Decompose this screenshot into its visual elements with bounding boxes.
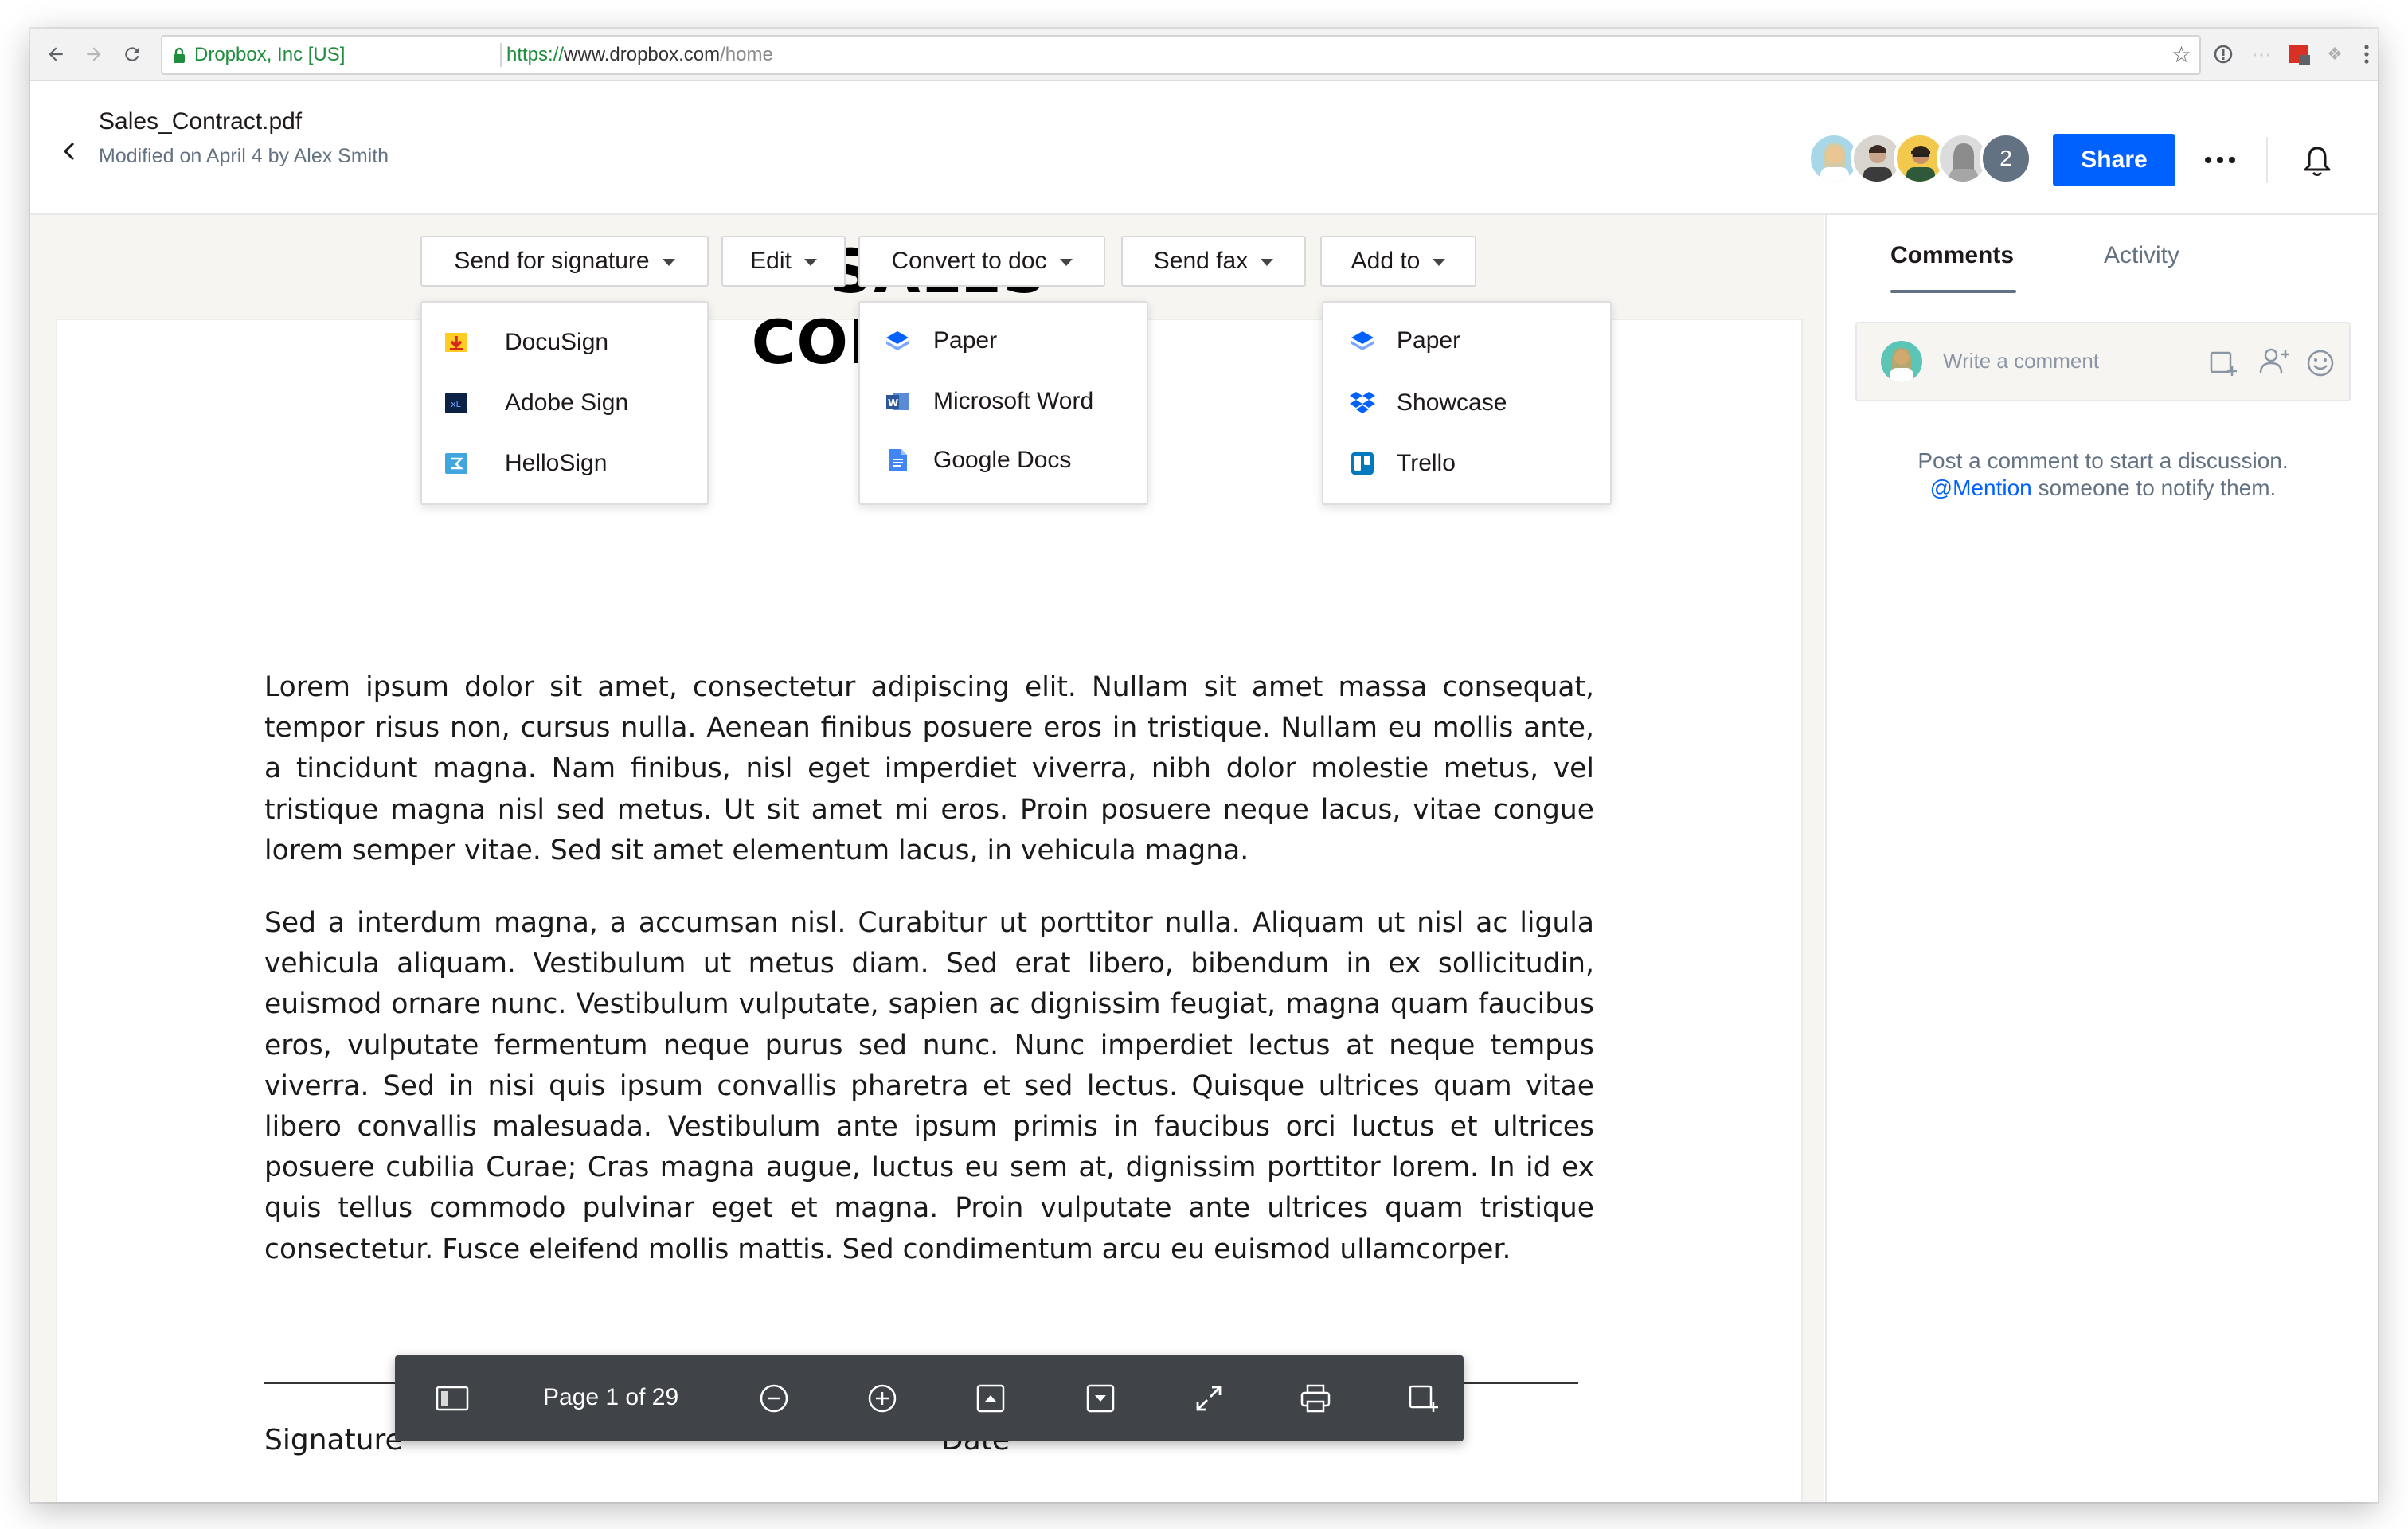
tab-comments[interactable]: Comments (1890, 242, 2014, 269)
site-identity: Dropbox, Inc [US] (194, 44, 346, 65)
edit-label: Edit (750, 248, 792, 274)
reload-icon[interactable] (115, 37, 150, 72)
url-text: https://www.dropbox.com/home (506, 44, 773, 65)
modified-info: Modified on April 4 by Alex Smith (99, 145, 389, 167)
lock-icon (172, 37, 186, 73)
google-docs-icon (884, 447, 911, 474)
next-page-icon[interactable] (1081, 1379, 1120, 1418)
menu-item-microsoft-word[interactable]: W Microsoft Word (860, 377, 1147, 425)
caret-down-icon (1433, 259, 1446, 266)
comment-composer[interactable]: Write a comment (1855, 322, 2351, 401)
svg-text:W: W (888, 397, 898, 409)
add-annotation-icon[interactable] (2207, 347, 2239, 379)
file-name: Sales_Contract.pdf (99, 108, 303, 135)
file-header: Sales_Contract.pdf Modified on April 4 b… (30, 81, 2378, 215)
previous-page-icon[interactable] (971, 1379, 1010, 1418)
add-to-label: Add to (1351, 248, 1421, 274)
extension-dots-icon[interactable]: ⋯ (2247, 40, 2276, 68)
document-paragraph: Sed a interdum magna, a accumsan nisl. C… (264, 907, 1594, 1265)
signature-menu: DocuSign xL Adobe Sign HelloSign (420, 301, 709, 505)
comments-sidebar: Comments Activity Write a comment Post a… (1825, 215, 2378, 1502)
add-comment-icon[interactable] (1405, 1379, 1443, 1418)
url-divider (500, 43, 502, 67)
add-to-menu: Paper Showcase Trello (1322, 301, 1612, 505)
mention-user-icon[interactable] (2257, 346, 2292, 377)
calendar-extension-icon[interactable] (2285, 40, 2314, 68)
trello-icon (1349, 450, 1376, 477)
zoom-out-icon[interactable] (755, 1379, 793, 1418)
menu-item-google-docs[interactable]: Google Docs (860, 436, 1147, 484)
send-fax-button[interactable]: Send fax (1121, 236, 1306, 287)
svg-text:xL: xL (451, 399, 462, 409)
menu-item-label: Google Docs (933, 447, 1072, 473)
dropbox-showcase-icon (1349, 389, 1376, 416)
send-for-signature-label: Send for signature (454, 248, 650, 274)
menu-item-label: HelloSign (505, 450, 608, 476)
back-arrow-icon[interactable] (38, 37, 73, 72)
menu-item-label: Showcase (1397, 389, 1507, 416)
convert-menu: Paper W Microsoft Word Google Docs (858, 301, 1148, 505)
active-tab-indicator (1890, 290, 2016, 293)
caret-down-icon (1059, 259, 1073, 266)
browser-toolbar: Dropbox, Inc [US] https://www.dropbox.co… (30, 29, 2378, 81)
menu-item-label: Paper (1397, 327, 1461, 354)
empty-message-line: Post a comment to start a discussion. (1917, 448, 2289, 473)
back-chevron-icon[interactable] (54, 135, 86, 167)
menu-item-label: DocuSign (505, 329, 609, 355)
add-to-button[interactable]: Add to (1320, 236, 1476, 287)
tab-activity[interactable]: Activity (2104, 242, 2179, 269)
caret-down-icon (803, 259, 817, 266)
share-button[interactable]: Share (2053, 134, 2175, 186)
signature-label: Signature (264, 1424, 403, 1457)
user-avatar (1881, 341, 1922, 382)
send-for-signature-button[interactable]: Send for signature (420, 236, 709, 287)
caret-down-icon (1261, 259, 1274, 266)
address-bar[interactable]: Dropbox, Inc [US] https://www.dropbox.co… (161, 35, 2201, 75)
dropbox-extension-icon[interactable]: ❖ (2320, 40, 2349, 68)
edit-button[interactable]: Edit (721, 236, 846, 287)
notification-bell-icon[interactable] (2300, 143, 2335, 178)
caret-down-icon (662, 259, 675, 266)
menu-item-paper[interactable]: Paper (1323, 317, 1610, 365)
page-indicator: Page 1 of 29 (543, 1384, 679, 1410)
menu-item-adobe-sign[interactable]: xL Adobe Sign (422, 379, 707, 427)
hellosign-icon (443, 450, 470, 477)
browser-window: Dropbox, Inc [US] https://www.dropbox.co… (30, 29, 2378, 1502)
docusign-icon (443, 329, 470, 356)
print-icon[interactable] (1296, 1379, 1335, 1418)
more-collaborators-count[interactable]: 2 (1980, 132, 2032, 185)
comment-input[interactable]: Write a comment (1943, 349, 2099, 373)
convert-to-doc-label: Convert to doc (891, 248, 1047, 274)
header-divider (2266, 137, 2268, 183)
emoji-icon[interactable] (2304, 347, 2336, 379)
menu-item-docusign[interactable]: DocuSign (422, 319, 707, 366)
more-options-icon[interactable] (2196, 142, 2244, 178)
menu-item-label: Adobe Sign (505, 389, 629, 416)
menu-item-showcase[interactable]: Showcase (1323, 379, 1610, 427)
fullscreen-icon[interactable] (1190, 1379, 1228, 1418)
menu-item-hellosign[interactable]: HelloSign (422, 440, 707, 487)
info-extension-icon[interactable] (2209, 40, 2238, 68)
bookmark-star-icon[interactable]: ☆ (2172, 37, 2191, 73)
paper-icon (1349, 327, 1376, 354)
pdf-controls-toolbar: Page 1 of 29 (395, 1355, 1464, 1441)
zoom-in-icon[interactable] (863, 1379, 901, 1418)
browser-menu-icon[interactable] (2352, 40, 2378, 68)
mention-link[interactable]: @Mention (1930, 475, 2032, 500)
convert-to-doc-button[interactable]: Convert to doc (858, 236, 1105, 287)
menu-item-trello[interactable]: Trello (1323, 440, 1610, 487)
send-fax-label: Send fax (1153, 248, 1249, 274)
paper-icon (884, 327, 911, 354)
forward-arrow-icon[interactable] (76, 37, 111, 72)
menu-item-label: Trello (1397, 450, 1456, 476)
adobe-sign-icon: xL (443, 389, 470, 416)
empty-comments-message: Post a comment to start a discussion. @M… (1855, 448, 2351, 502)
menu-item-label: Paper (933, 327, 998, 354)
menu-item-label: Microsoft Word (933, 388, 1094, 414)
sidebar-toggle-icon[interactable] (433, 1379, 471, 1418)
document-paragraph: Lorem ipsum dolor sit amet, consectetur … (264, 671, 1594, 866)
menu-item-paper[interactable]: Paper (860, 317, 1147, 365)
empty-message-line: someone to notify them. (2038, 475, 2277, 500)
microsoft-word-icon: W (884, 388, 911, 415)
